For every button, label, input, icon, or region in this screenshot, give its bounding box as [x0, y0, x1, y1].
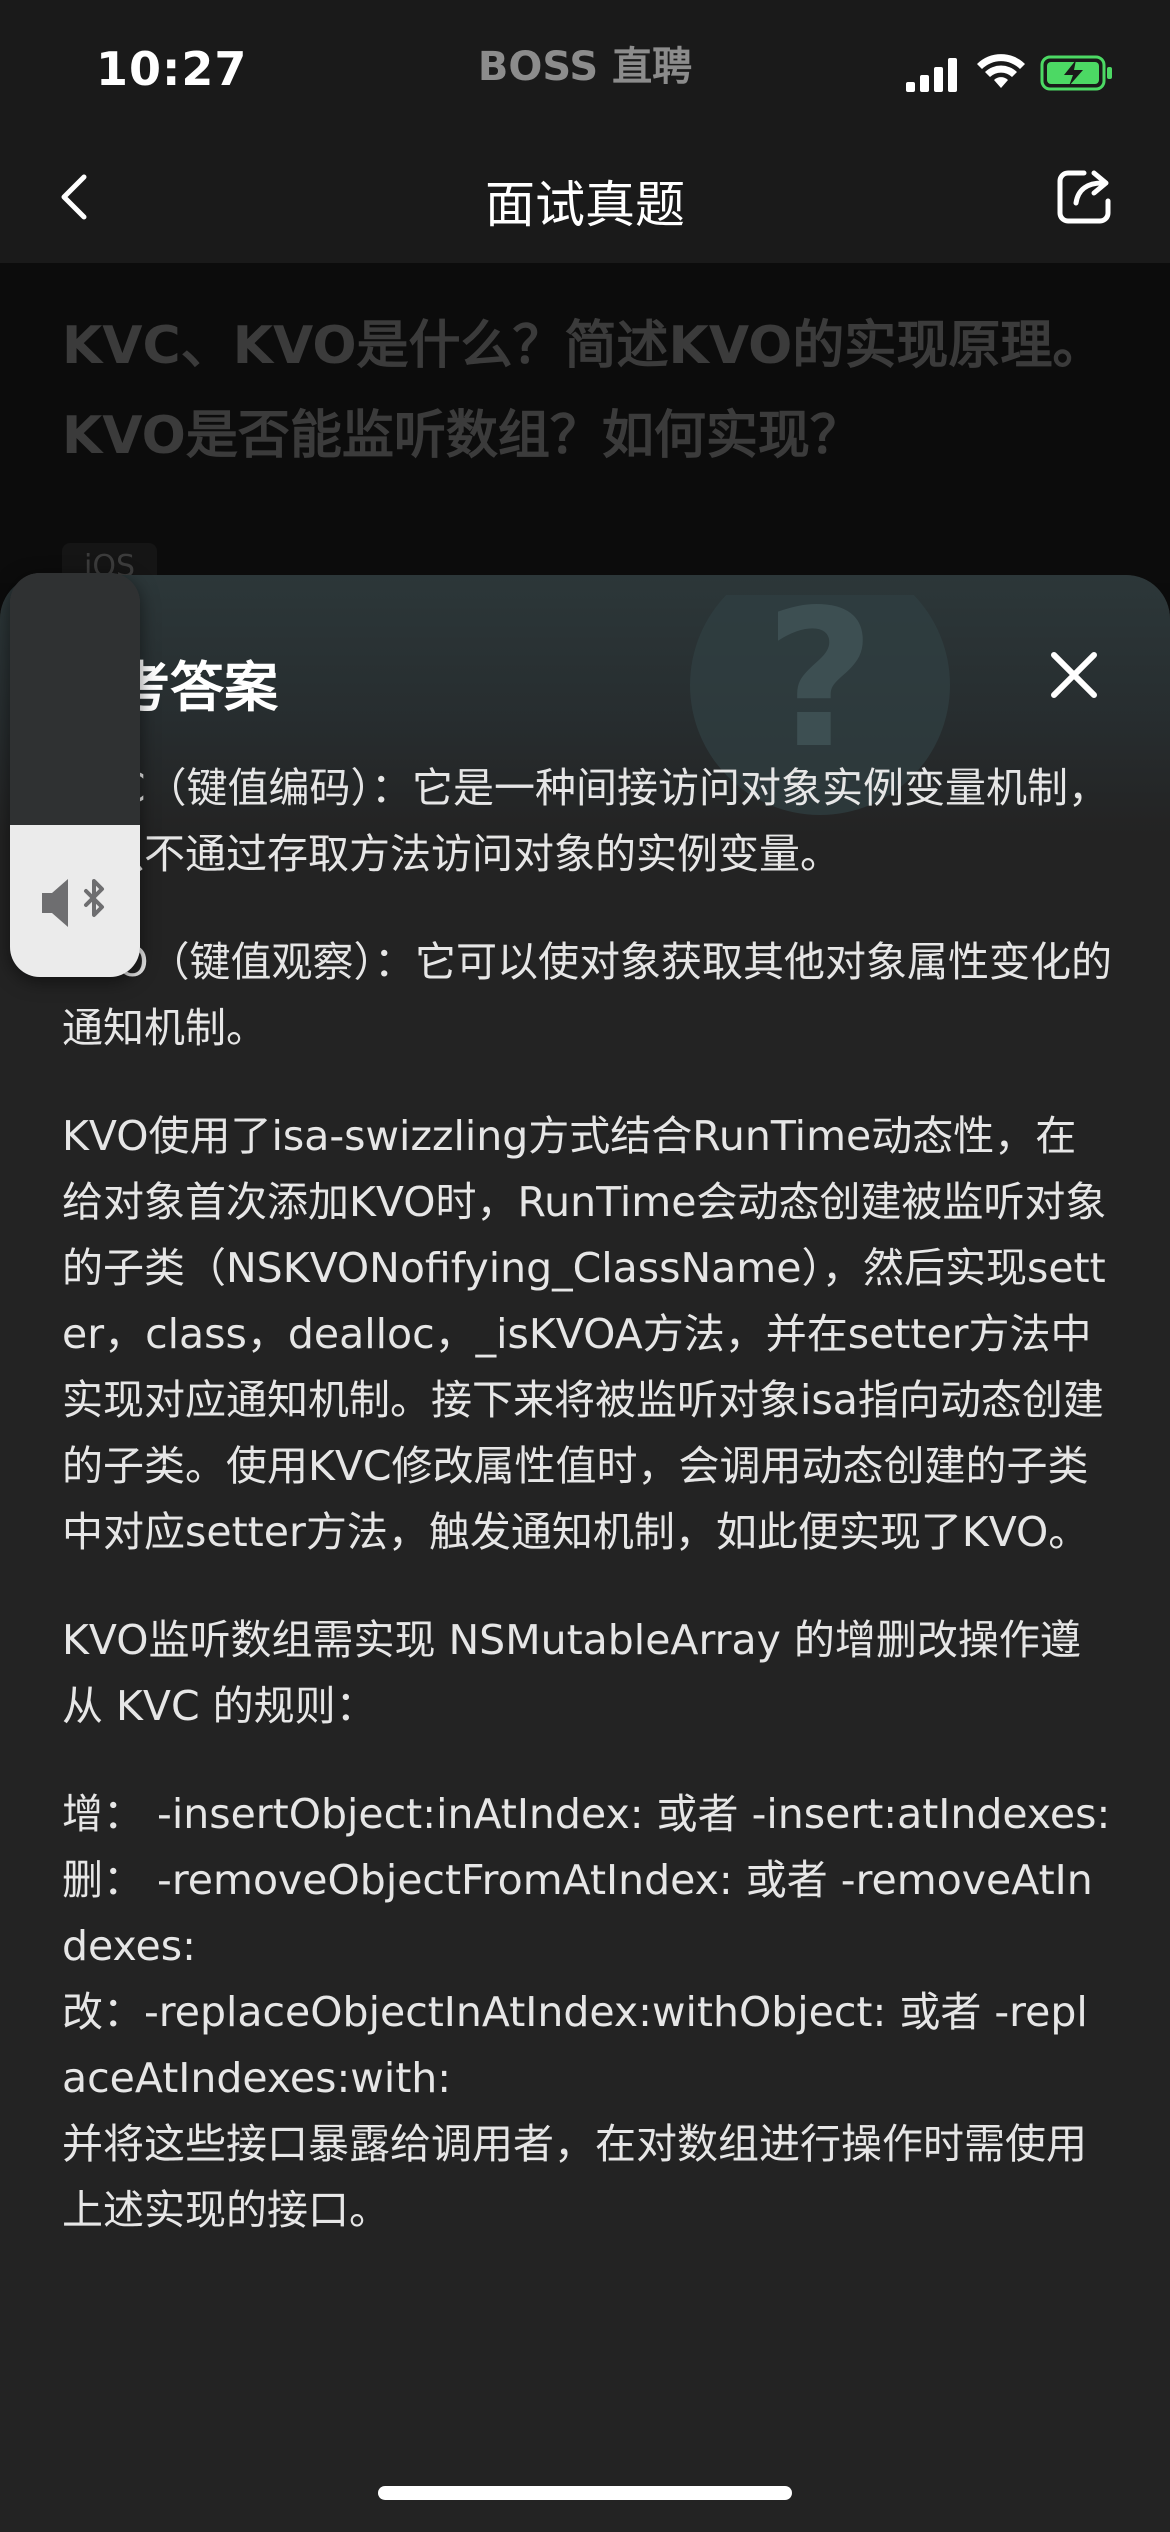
wifi-icon	[977, 54, 1025, 88]
answer-paragraph: KVO（键值观察）：它可以使对象获取其他对象属性变化的通知机制。	[62, 938, 1112, 1052]
battery-charging-icon	[1040, 55, 1112, 91]
answer-body: KVC（键值编码）：它是一种间接访问对象实例变量机制，可以不通过存取方法访问对象…	[62, 755, 1112, 2243]
status-bar: 10:27 BOSS 直聘	[0, 0, 1170, 135]
answer-paragraph: KVC（键值编码）：它是一种间接访问对象实例变量机制，可以不通过存取方法访问对象…	[62, 764, 1110, 878]
answer-paragraph: KVO使用了isa-swizzling方式结合RunTime动态性，在给对象首次…	[62, 1112, 1107, 1556]
home-indicator	[378, 2486, 792, 2500]
share-icon[interactable]	[1054, 165, 1116, 227]
answer-paragraph: KVO监听数组需实现 NSMutableArray 的增删改操作遵从 KVC 的…	[62, 1616, 1081, 1730]
question-title: KVC、KVO是什么？简述KVO的实现原理。KVO是否能监听数组？如何实现？	[62, 316, 1105, 466]
screen: 10:27 BOSS 直聘 面试真题 KVC、KVO是什么？简述KVO的实现原理…	[0, 0, 1170, 2532]
close-icon[interactable]	[1048, 649, 1100, 701]
cellular-signal-icon	[906, 58, 957, 92]
nav-bar: 面试真题	[0, 135, 1170, 263]
answer-paragraph: 增： -insertObject:inAtIndex: 或者 -insert:a…	[62, 1790, 1111, 2234]
answer-sheet: ? 参考答案 KVC（键值编码）：它是一种间接访问对象实例变量机制，可以不通过存…	[0, 575, 1170, 2532]
question-background: KVC、KVO是什么？简述KVO的实现原理。KVO是否能监听数组？如何实现？ i…	[0, 263, 1170, 590]
speaker-bluetooth-icon	[42, 879, 104, 927]
volume-widget[interactable]	[10, 573, 140, 977]
volume-widget-track	[10, 573, 140, 825]
page-title: 面试真题	[485, 176, 685, 234]
